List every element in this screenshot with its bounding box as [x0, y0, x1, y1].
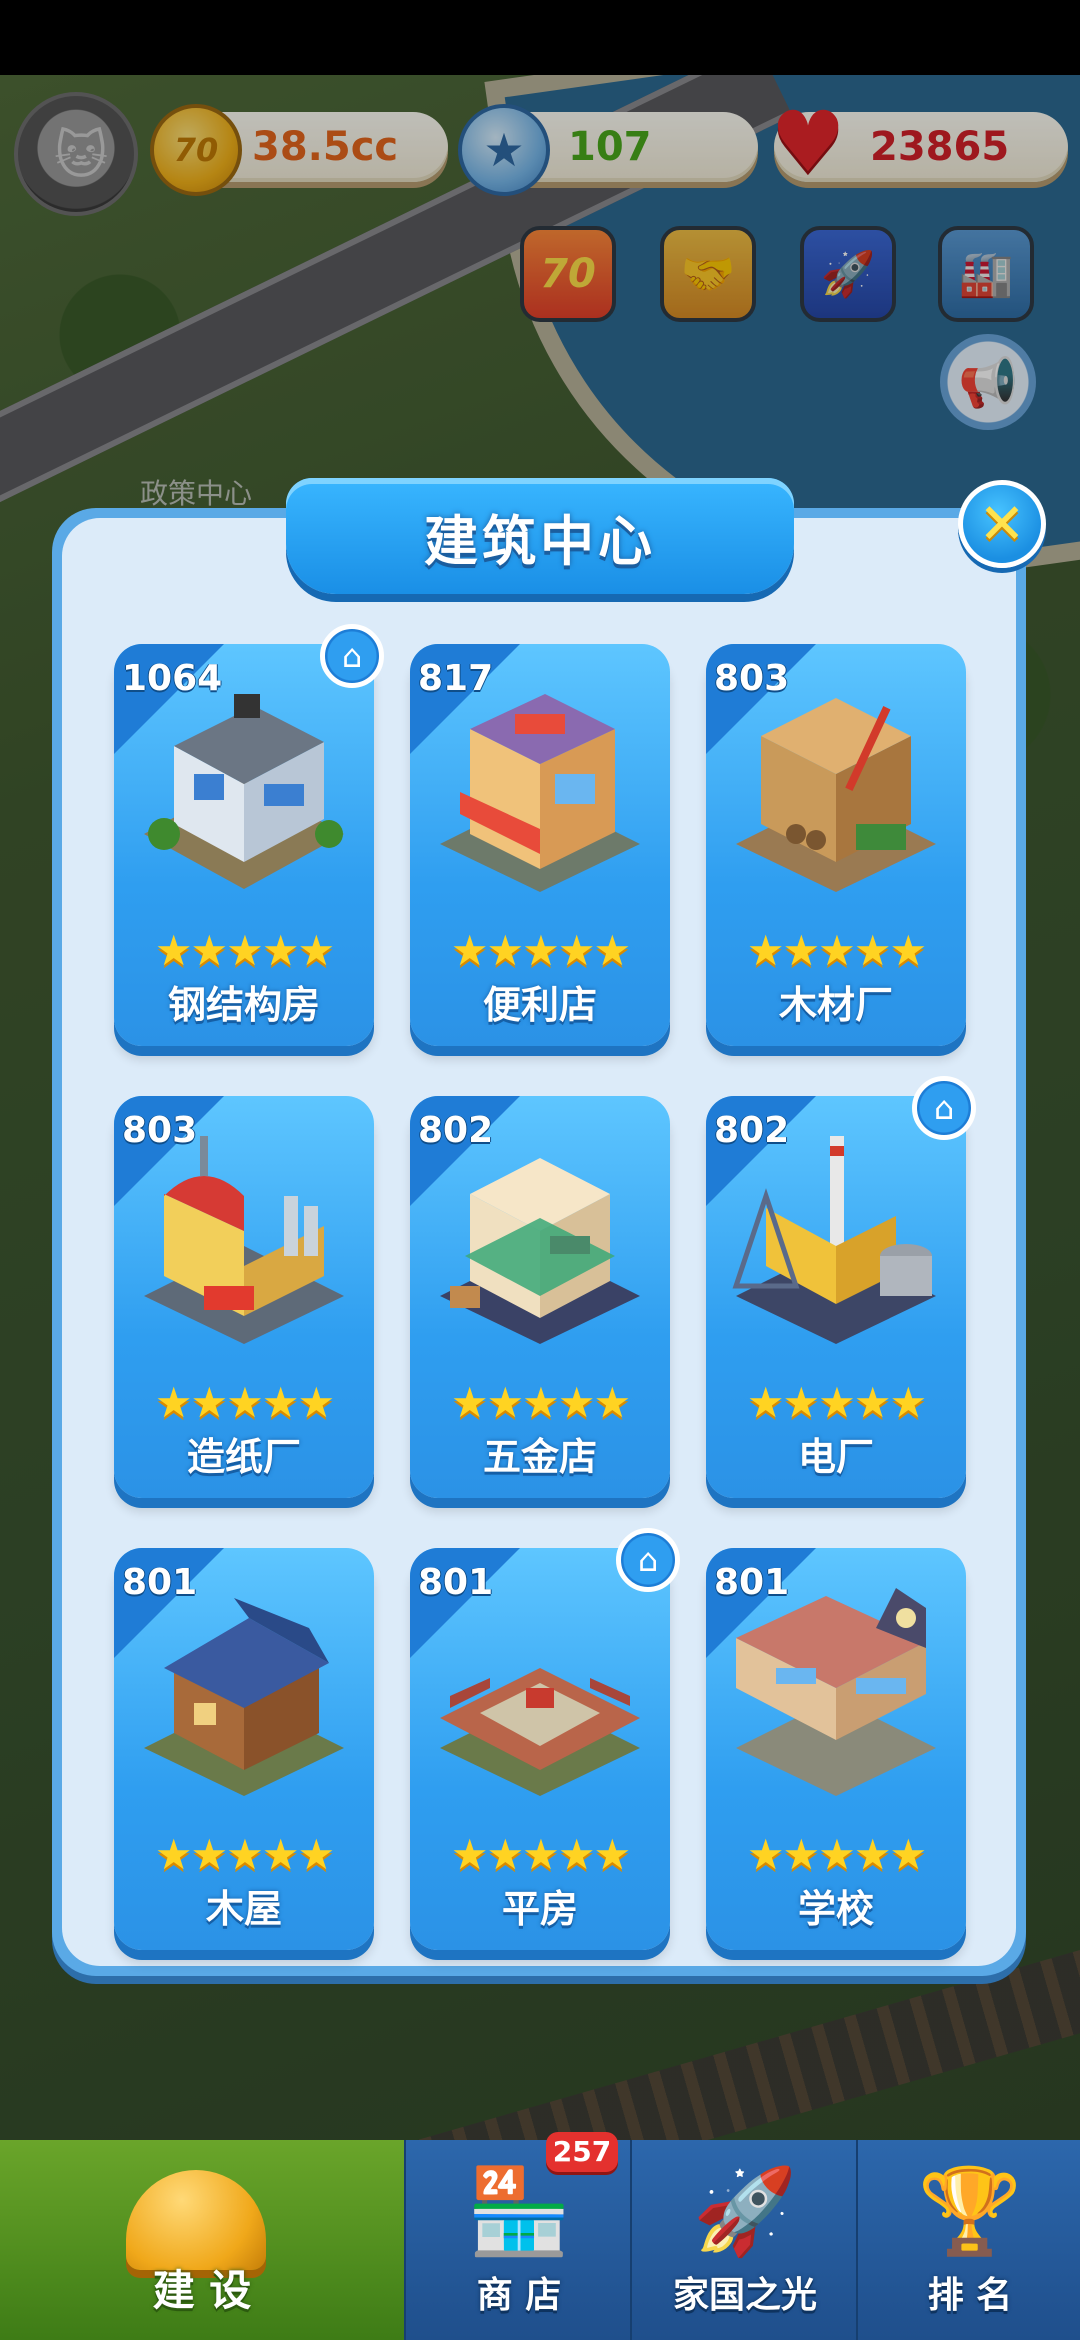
building-card[interactable]: 803 ★★★★★ 木材厂: [706, 644, 966, 1046]
building-name: 平房: [501, 1887, 578, 1931]
hard-hat-icon: [126, 2170, 266, 2270]
rocket-icon: 🚀: [692, 2162, 798, 2260]
building-name: 五金店: [482, 1435, 597, 1479]
modal-title: 建筑中心: [424, 509, 656, 573]
building-name: 木材厂: [778, 983, 893, 1027]
star-rating: ★★★★★: [450, 1378, 631, 1427]
building-card[interactable]: 1064 ★★★★★ 钢结构房: [114, 644, 374, 1046]
star-rating: ★★★★★: [154, 926, 335, 975]
building-name: 电厂: [797, 1435, 874, 1479]
tab-shop-label: 商 店: [476, 2275, 562, 2316]
tab-rank-label: 排 名: [927, 2275, 1013, 2316]
star-rating: ★★★★★: [746, 1378, 927, 1427]
steel-house-image: [144, 694, 344, 889]
tab-home-light[interactable]: 🚀 家国之光: [630, 2140, 858, 2340]
shop-notification-badge: 257: [546, 2132, 618, 2172]
status-bar: [0, 0, 1080, 75]
wooden-house-image: [144, 1598, 344, 1796]
building-card[interactable]: 803 ★★★★★ 造纸厂: [114, 1096, 374, 1498]
building-card[interactable]: 801 ★★★★★ 学校: [706, 1548, 966, 1950]
power-plant-image: [732, 1136, 936, 1344]
shop-icon: 🏪: [466, 2162, 572, 2260]
tab-build-label: 建 设: [152, 2266, 252, 2315]
tab-build[interactable]: 建 设: [0, 2140, 404, 2340]
bungalow-image: [440, 1668, 640, 1796]
school-image: [736, 1588, 936, 1796]
building-name: 木屋: [205, 1887, 282, 1931]
building-card[interactable]: 801 ★★★★★ 木屋: [114, 1548, 374, 1950]
star-rating: ★★★★★: [746, 926, 927, 975]
star-rating: ★★★★★: [450, 1830, 631, 1879]
tab-rank[interactable]: 🏆 排 名: [856, 2140, 1080, 2340]
building-card[interactable]: 802 ★★★★★ 电厂: [706, 1096, 966, 1498]
lumber-mill-image: [736, 698, 936, 892]
building-name: 造纸厂: [186, 1435, 301, 1479]
convenience-store-image: [440, 694, 640, 892]
star-rating: ★★★★★: [154, 1830, 335, 1879]
building-card[interactable]: 801 ★★★★★ 平房: [410, 1548, 670, 1950]
home-badge-icon: ⌂: [912, 1076, 976, 1140]
star-rating: ★★★★★: [154, 1378, 335, 1427]
close-button[interactable]: ✕: [958, 480, 1046, 568]
star-rating: ★★★★★: [450, 926, 631, 975]
star-rating: ★★★★★: [746, 1830, 927, 1879]
building-name: 学校: [797, 1887, 874, 1931]
home-badge-icon: ⌂: [320, 624, 384, 688]
bottom-navigation: 建 设 🏪 商 店 🚀 家国之光 🏆 排 名: [0, 2140, 1080, 2340]
building-name: 便利店: [482, 983, 597, 1027]
podium-icon: 🏆: [917, 2162, 1023, 2260]
close-x-icon: ✕: [978, 491, 1026, 557]
tab-home-light-label: 家国之光: [672, 2275, 817, 2316]
hardware-store-image: [440, 1158, 640, 1344]
building-card[interactable]: 817 ★★★★★ 便利店: [410, 644, 670, 1046]
building-card[interactable]: 802 ★★★★★ 五金店: [410, 1096, 670, 1498]
modal-title-banner: 建筑中心: [286, 478, 794, 594]
paper-mill-image: [144, 1136, 344, 1344]
building-name: 钢结构房: [167, 983, 320, 1027]
home-badge-icon: ⌂: [616, 1528, 680, 1592]
